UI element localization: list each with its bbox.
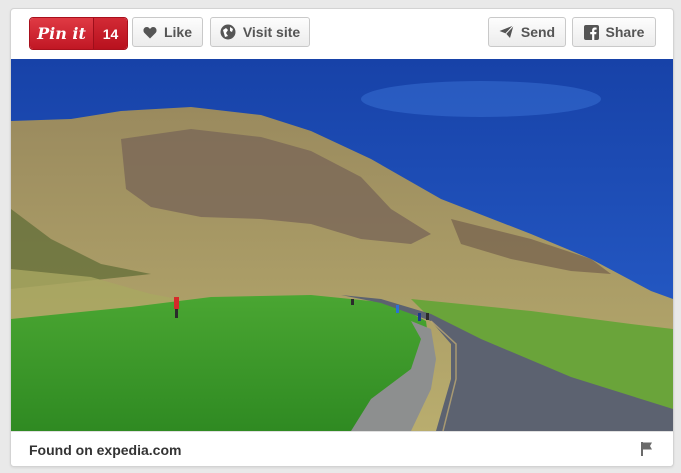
flag-icon[interactable] (641, 442, 653, 456)
pin-footer: Found on expedia.com (11, 431, 673, 466)
send-label: Send (520, 24, 556, 40)
pin-it-button[interactable]: Pin it 14 (29, 17, 128, 50)
visit-site-label: Visit site (242, 24, 301, 40)
like-button[interactable]: Like (132, 17, 203, 47)
facebook-icon (583, 24, 599, 40)
visit-site-icon (220, 24, 236, 40)
pin-photo[interactable] (11, 59, 673, 431)
pin-it-label: Pin it (30, 18, 94, 49)
paper-plane-icon (499, 25, 514, 38)
share-label: Share (605, 24, 645, 40)
visit-site-button[interactable]: Visit site (210, 17, 310, 47)
pin-card: Pin it 14 Like Visit site Send Share Fou… (10, 8, 674, 467)
pin-count-badge: 14 (94, 18, 127, 49)
heart-icon (143, 26, 157, 38)
share-button[interactable]: Share (572, 17, 656, 47)
source-attribution[interactable]: Found on expedia.com (29, 442, 181, 458)
pin-toolbar: Pin it 14 Like Visit site Send Share (11, 9, 673, 59)
like-label: Like (163, 24, 192, 40)
send-button[interactable]: Send (488, 17, 566, 47)
